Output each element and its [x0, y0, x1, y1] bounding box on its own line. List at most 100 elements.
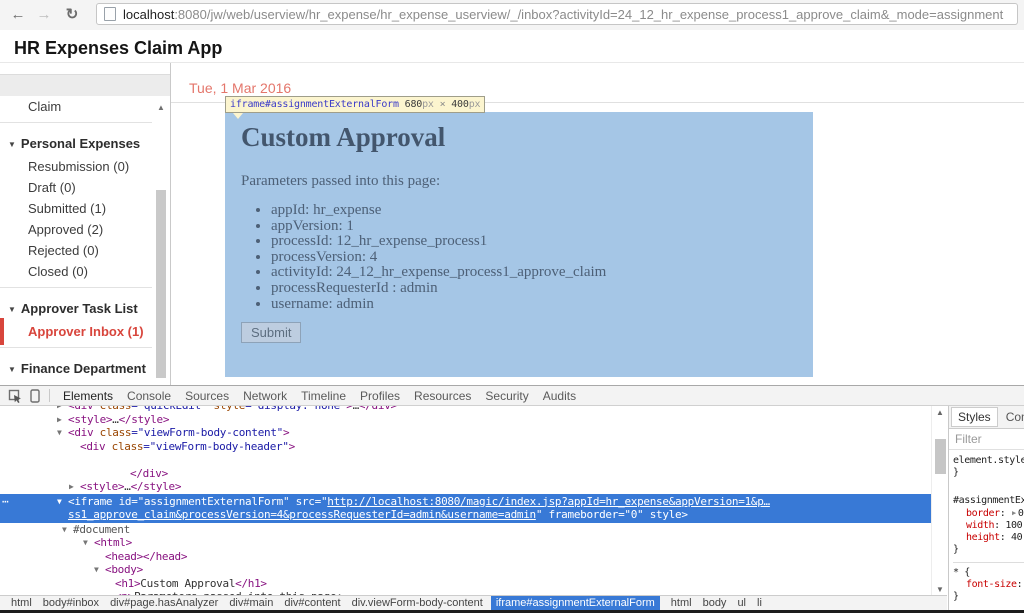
breadcrumb-item[interactable]: body#inbox — [43, 597, 99, 609]
expand-arrow-icon[interactable]: ▶ — [57, 413, 68, 427]
css-property-name[interactable]: width — [966, 520, 994, 531]
css-property[interactable]: height: 40 — [953, 532, 1024, 544]
sidebar-section-personal-expenses[interactable]: ▼Personal Expenses — [0, 128, 152, 156]
devtools-tab-console[interactable]: Console — [127, 389, 171, 403]
syntax-token: class — [112, 440, 144, 453]
breadcrumb-item[interactable]: div#content — [284, 597, 340, 609]
expand-arrow-icon[interactable]: ▶ — [1012, 509, 1016, 517]
css-property-name[interactable]: border — [966, 508, 1000, 519]
main-content: Tue, 1 Mar 2016 iframe#assignmentExterna… — [171, 63, 1024, 385]
syntax-token: class — [100, 426, 132, 439]
expand-arrow-icon[interactable]: ▶ — [69, 480, 80, 494]
dom-tree-node[interactable]: ▼#document — [0, 523, 931, 537]
syntax-token: <style> — [80, 480, 124, 493]
resource-link[interactable]: http://localhost:8080/magic/index.jsp?ap… — [327, 495, 770, 508]
devtools-tab-resources[interactable]: Resources — [414, 389, 471, 403]
inspect-element-icon[interactable] — [8, 389, 22, 403]
sidebar-scrollbar[interactable]: ▲ — [153, 96, 169, 385]
css-property-value[interactable]: 40 — [1011, 532, 1022, 543]
scroll-up-icon[interactable]: ▲ — [936, 408, 944, 417]
devtools-tab-audits[interactable]: Audits — [543, 389, 576, 403]
css-selector[interactable]: #assignmentEx — [953, 495, 1024, 507]
syntax-token: > — [681, 508, 687, 521]
css-property[interactable]: width: 100 — [953, 520, 1024, 532]
css-property-name[interactable]: height — [966, 532, 1000, 543]
sidebar-item-submitted-1[interactable]: Submitted (1) — [0, 198, 152, 219]
dom-tree-node[interactable]: <h1>Custom Approval</h1> — [0, 577, 931, 591]
address-bar[interactable]: localhost:8080/jw/web/userview/hr_expens… — [96, 3, 1018, 25]
dom-tree-node[interactable]: ▼<body> — [0, 563, 931, 577]
dom-tree-node-selected[interactable]: ⋯▼<iframe id="assignmentExternalForm" sr… — [0, 494, 931, 523]
dom-tree-node[interactable]: </div> — [0, 467, 931, 481]
scroll-up-icon[interactable]: ▲ — [157, 103, 165, 112]
scroll-down-icon[interactable]: ▼ — [936, 585, 944, 594]
sidebar-item-approver-inbox-1[interactable]: Approver Inbox (1) — [0, 321, 152, 342]
back-icon[interactable]: ← — [8, 5, 28, 25]
styles-rules: element.style}#assignmentExborder: ▶0pwi… — [949, 450, 1024, 603]
devtools-tab-network[interactable]: Network — [243, 389, 287, 403]
reload-icon[interactable]: ↻ — [62, 5, 82, 25]
css-property[interactable]: font-size: — [953, 579, 1024, 591]
url-host: localhost — [123, 7, 174, 22]
dom-tree-node[interactable]: ▶<style>…</style> — [0, 413, 931, 427]
breadcrumb-item[interactable]: div#page.hasAnalyzer — [110, 597, 218, 609]
devtools-tab-timeline[interactable]: Timeline — [301, 389, 346, 403]
css-property-name[interactable]: font-size — [966, 579, 1017, 590]
breadcrumb-item[interactable]: div#main — [229, 597, 273, 609]
dom-tree-node[interactable]: <div class="viewForm-body-header"> — [0, 440, 931, 454]
inspect-tooltip: iframe#assignmentExternalForm 680px × 40… — [225, 96, 485, 113]
submit-button[interactable]: Submit — [241, 322, 301, 343]
sidebar-section-finance-department[interactable]: ▼Finance Department — [0, 353, 152, 381]
collapse-arrow-icon[interactable]: ▼ — [94, 563, 105, 577]
breadcrumb-item[interactable]: div.viewForm-body-content — [352, 597, 483, 609]
breadcrumb-item[interactable]: body — [703, 597, 727, 609]
css-property-value[interactable]: 100 — [1005, 520, 1022, 531]
styles-panel-tab-styles[interactable]: Styles — [951, 407, 998, 427]
device-toolbar-icon[interactable] — [30, 389, 40, 403]
sidebar-section-approver-task-list[interactable]: ▼Approver Task List — [0, 293, 152, 321]
dom-tree-node[interactable]: ▼<html> — [0, 536, 931, 550]
section-collapse-icon[interactable]: ▼ — [8, 140, 16, 149]
syntax-token: </div> — [130, 467, 168, 480]
devtools-tab-sources[interactable]: Sources — [185, 389, 229, 403]
breadcrumb-item[interactable]: li — [757, 597, 762, 609]
syntax-token: =" — [315, 495, 328, 508]
tree-scrollbar[interactable]: ▲ ▼ — [931, 406, 949, 596]
scrollbar-thumb[interactable] — [156, 190, 166, 378]
divider — [0, 347, 152, 348]
devtools-tab-profiles[interactable]: Profiles — [360, 389, 400, 403]
scrollbar-thumb[interactable] — [935, 439, 946, 474]
sidebar-item-resubmission-0[interactable]: Resubmission (0) — [0, 156, 152, 177]
breadcrumb-item[interactable]: ul — [737, 597, 746, 609]
dom-tree-node[interactable]: <head></head> — [0, 550, 931, 564]
section-collapse-icon[interactable]: ▼ — [8, 365, 16, 374]
syntax-token: <style> — [68, 413, 112, 426]
sidebar-item-claim[interactable]: Claim — [0, 96, 152, 117]
breadcrumb-item[interactable]: html — [671, 597, 692, 609]
collapse-arrow-icon[interactable]: ▼ — [57, 495, 68, 509]
css-selector[interactable]: element.style — [953, 455, 1024, 467]
syntax-token: : — [994, 520, 1005, 531]
sidebar-item-draft-0[interactable]: Draft (0) — [0, 177, 152, 198]
breadcrumb-item[interactable]: iframe#assignmentExternalForm — [491, 596, 660, 610]
collapse-arrow-icon[interactable]: ▼ — [57, 426, 68, 440]
devtools-tab-elements[interactable]: Elements — [63, 389, 113, 403]
devtools-tab-security[interactable]: Security — [485, 389, 528, 403]
section-collapse-icon[interactable]: ▼ — [8, 305, 16, 314]
collapse-arrow-icon[interactable]: ▼ — [62, 523, 73, 537]
syntax-token: : — [1000, 532, 1011, 543]
breadcrumb-item[interactable]: html — [11, 597, 32, 609]
dom-tree-node[interactable]: ▶<style>…</style> — [0, 480, 931, 494]
css-property[interactable]: border: ▶0p — [953, 507, 1024, 520]
collapse-arrow-icon[interactable]: ▼ — [83, 536, 94, 550]
sidebar-item-closed-0[interactable]: Closed (0) — [0, 261, 152, 282]
sidebar-item-rejected-0[interactable]: Rejected (0) — [0, 240, 152, 261]
css-selector[interactable]: * { — [953, 567, 1024, 579]
dom-tree-node[interactable] — [0, 453, 931, 467]
styles-filter-input[interactable]: Filter — [949, 429, 1024, 450]
css-property-value[interactable]: 0p — [1018, 508, 1024, 519]
dom-tree-node[interactable]: ▼<div class="viewForm-body-content"> — [0, 426, 931, 440]
sidebar-item-approved-2[interactable]: Approved (2) — [0, 219, 152, 240]
resource-link[interactable]: ss1_approve_claim&processVersion=4&proce… — [68, 508, 536, 521]
styles-panel-tab-computed[interactable]: Computed — [1000, 408, 1024, 426]
